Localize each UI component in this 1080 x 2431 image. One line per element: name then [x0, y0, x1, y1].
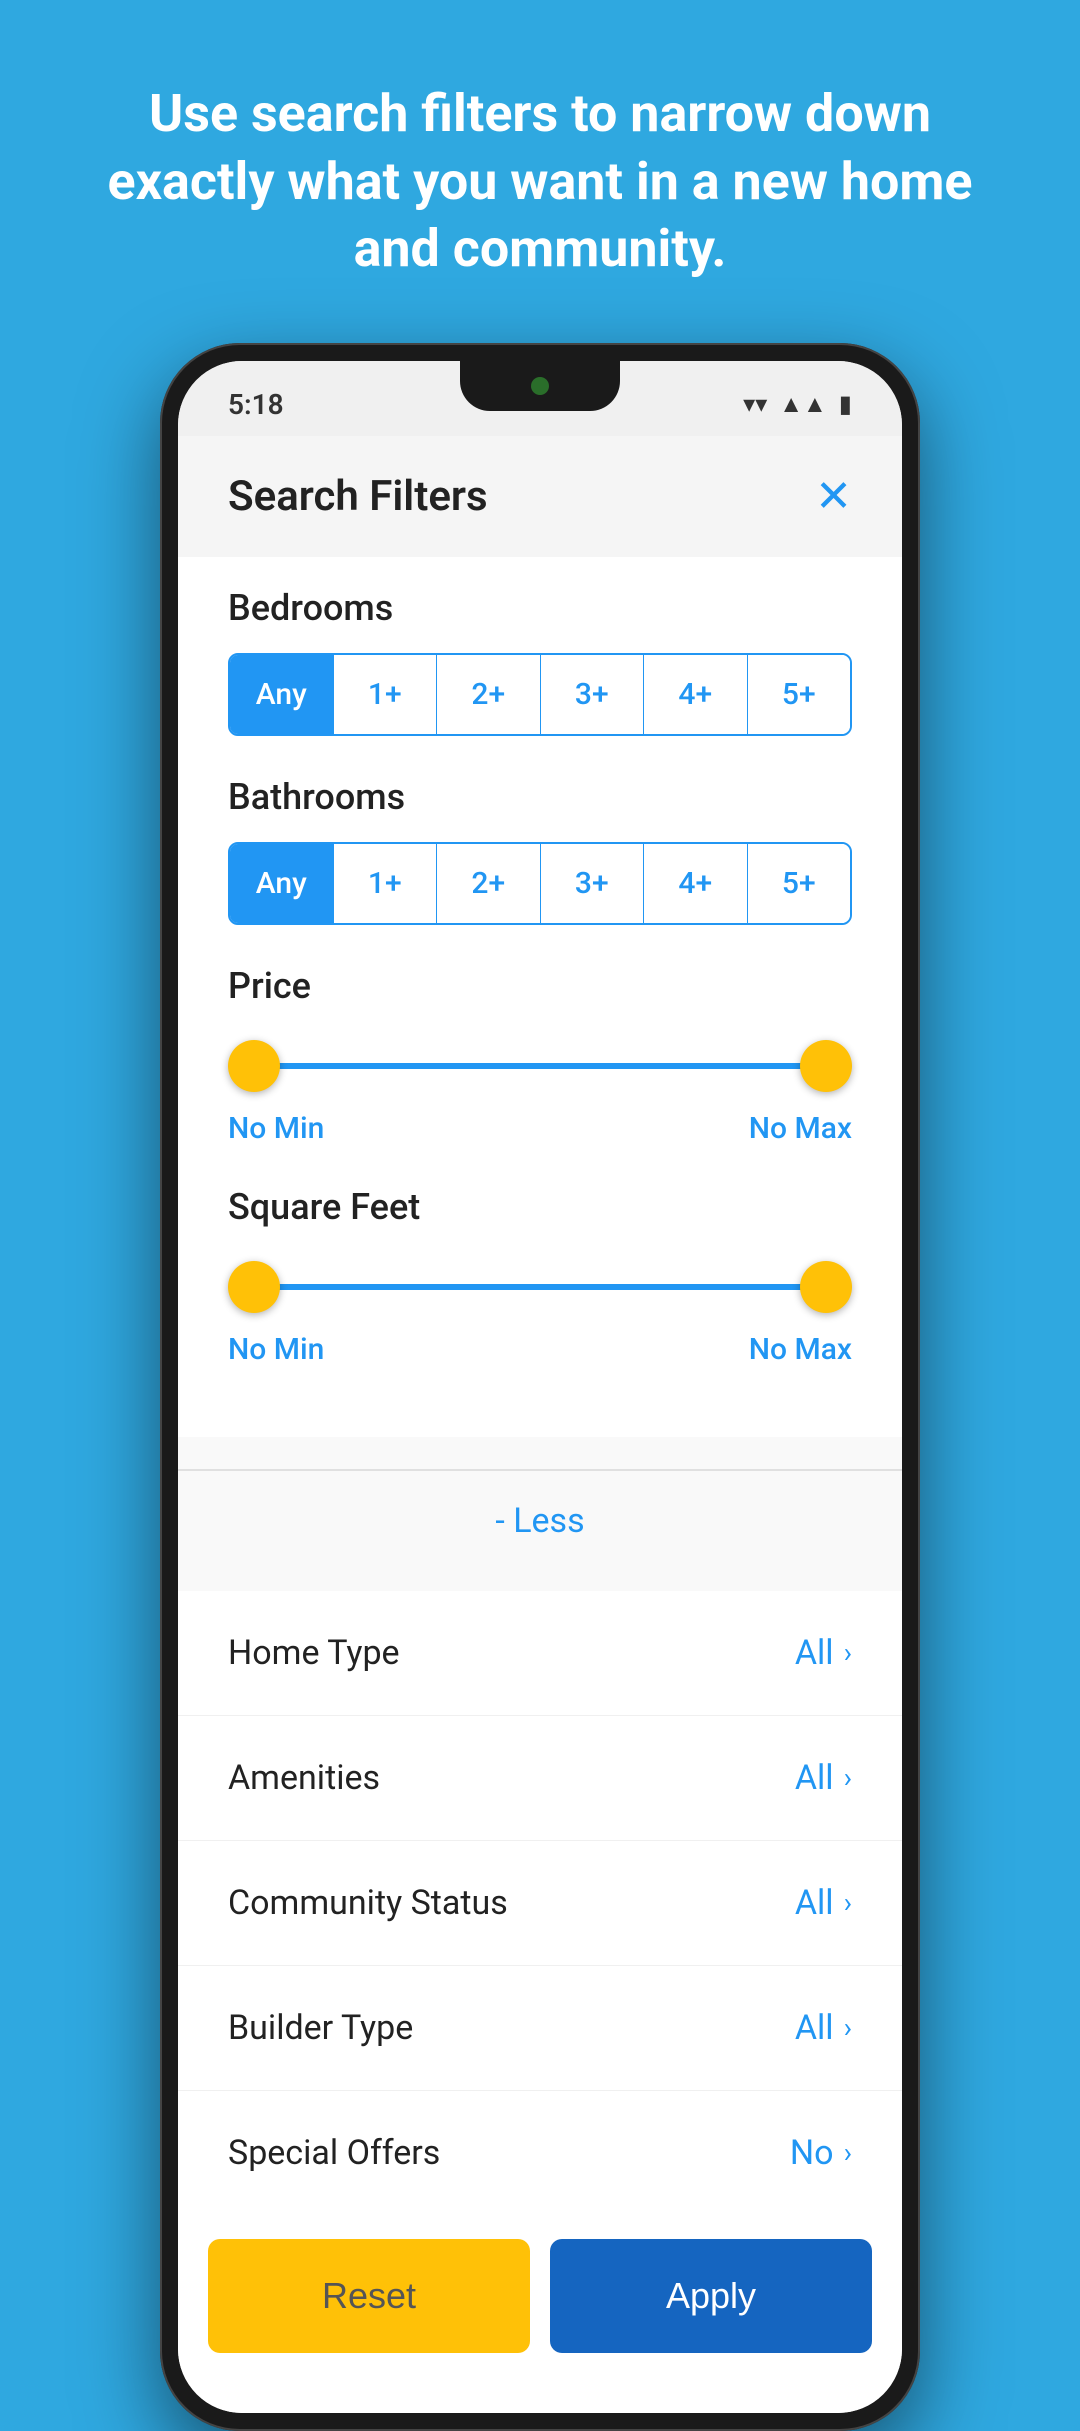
sqft-max-thumb[interactable]	[800, 1261, 852, 1313]
bedrooms-btn-group: Any 1+ 2+ 3+ 4+ 5+	[228, 653, 852, 736]
sqft-min-label: No Min	[228, 1332, 324, 1367]
hero-text: Use search filters to narrow down exactl…	[0, 0, 1080, 343]
price-min-label: No Min	[228, 1111, 324, 1146]
community-status-label: Community Status	[228, 1883, 508, 1923]
phone-screen: 5:18 ▾▾ ▲▲ ▮ Search Filters ✕ Bedrooms A	[178, 361, 902, 2413]
phone-bottom-bar	[178, 2383, 902, 2413]
bathrooms-5plus[interactable]: 5+	[748, 844, 851, 923]
bottom-actions: Reset Apply	[178, 2215, 902, 2383]
apply-button[interactable]: Apply	[550, 2239, 872, 2353]
price-labels: No Min No Max	[228, 1111, 852, 1146]
builder-type-chevron: ›	[844, 2011, 852, 2044]
sqft-track	[228, 1284, 852, 1290]
amenities-chevron: ›	[844, 1761, 852, 1794]
bathrooms-4plus[interactable]: 4+	[644, 844, 748, 923]
home-type-chevron: ›	[844, 1636, 852, 1669]
bathrooms-label: Bathrooms	[228, 776, 852, 818]
reset-button[interactable]: Reset	[208, 2239, 530, 2353]
phone-frame: 5:18 ▾▾ ▲▲ ▮ Search Filters ✕ Bedrooms A	[160, 343, 920, 2431]
signal-icon: ▲▲	[779, 390, 827, 419]
close-button[interactable]: ✕	[815, 474, 852, 518]
battery-icon: ▮	[839, 390, 852, 418]
wifi-icon: ▾▾	[743, 390, 767, 418]
status-time: 5:18	[228, 388, 284, 421]
special-offers-item[interactable]: Special Offers No ›	[178, 2091, 902, 2215]
phone-wrapper: 5:18 ▾▾ ▲▲ ▮ Search Filters ✕ Bedrooms A	[160, 343, 920, 2208]
price-label: Price	[228, 965, 852, 1007]
price-max-label: No Max	[749, 1111, 852, 1146]
filter-list: Home Type All › Amenities All › Communit…	[178, 1591, 902, 2215]
bedrooms-4plus[interactable]: 4+	[644, 655, 748, 734]
price-section: Price No Min No Max	[228, 965, 852, 1146]
special-offers-label: Special Offers	[228, 2133, 440, 2173]
bathrooms-btn-group: Any 1+ 2+ 3+ 4+ 5+	[228, 842, 852, 925]
home-type-label: Home Type	[228, 1633, 400, 1673]
builder-type-label: Builder Type	[228, 2008, 413, 2048]
bathrooms-any[interactable]: Any	[230, 844, 334, 923]
builder-type-value: All ›	[795, 2008, 852, 2048]
sqft-slider[interactable]	[228, 1252, 852, 1322]
less-section: - Less	[178, 1437, 902, 1591]
bedrooms-any[interactable]: Any	[230, 655, 334, 734]
bedrooms-3plus[interactable]: 3+	[541, 655, 645, 734]
community-status-item[interactable]: Community Status All ›	[178, 1841, 902, 1966]
amenities-label: Amenities	[228, 1758, 380, 1798]
filter-header: Search Filters ✕	[178, 436, 902, 557]
sqft-section: Square Feet No Min No Max	[228, 1186, 852, 1367]
bathrooms-2plus[interactable]: 2+	[437, 844, 541, 923]
price-max-thumb[interactable]	[800, 1040, 852, 1092]
bedrooms-section: Bedrooms Any 1+ 2+ 3+ 4+ 5+	[228, 587, 852, 736]
bedrooms-2plus[interactable]: 2+	[437, 655, 541, 734]
price-track	[228, 1063, 852, 1069]
status-icons: ▾▾ ▲▲ ▮	[743, 390, 852, 419]
status-bar: 5:18 ▾▾ ▲▲ ▮	[178, 361, 902, 436]
bathrooms-3plus[interactable]: 3+	[541, 844, 645, 923]
sqft-labels: No Min No Max	[228, 1332, 852, 1367]
amenities-value: All ›	[795, 1758, 852, 1798]
price-slider[interactable]	[228, 1031, 852, 1101]
community-status-chevron: ›	[844, 1886, 852, 1919]
less-button[interactable]: - Less	[495, 1501, 584, 1541]
home-type-value: All ›	[795, 1633, 852, 1673]
sqft-max-label: No Max	[749, 1332, 852, 1367]
bedrooms-5plus[interactable]: 5+	[748, 655, 851, 734]
notch	[460, 361, 620, 411]
sqft-label: Square Feet	[228, 1186, 852, 1228]
special-offers-chevron: ›	[844, 2136, 852, 2169]
price-min-thumb[interactable]	[228, 1040, 280, 1092]
filter-body: Bedrooms Any 1+ 2+ 3+ 4+ 5+ Bathrooms An…	[178, 557, 902, 1437]
builder-type-item[interactable]: Builder Type All ›	[178, 1966, 902, 2091]
sqft-min-thumb[interactable]	[228, 1261, 280, 1313]
camera	[531, 377, 549, 395]
bedrooms-label: Bedrooms	[228, 587, 852, 629]
bedrooms-1plus[interactable]: 1+	[334, 655, 438, 734]
filter-title: Search Filters	[228, 472, 488, 521]
amenities-item[interactable]: Amenities All ›	[178, 1716, 902, 1841]
community-status-value: All ›	[795, 1883, 852, 1923]
home-type-item[interactable]: Home Type All ›	[178, 1591, 902, 1716]
bathrooms-1plus[interactable]: 1+	[334, 844, 438, 923]
bathrooms-section: Bathrooms Any 1+ 2+ 3+ 4+ 5+	[228, 776, 852, 925]
special-offers-value: No ›	[790, 2133, 852, 2173]
